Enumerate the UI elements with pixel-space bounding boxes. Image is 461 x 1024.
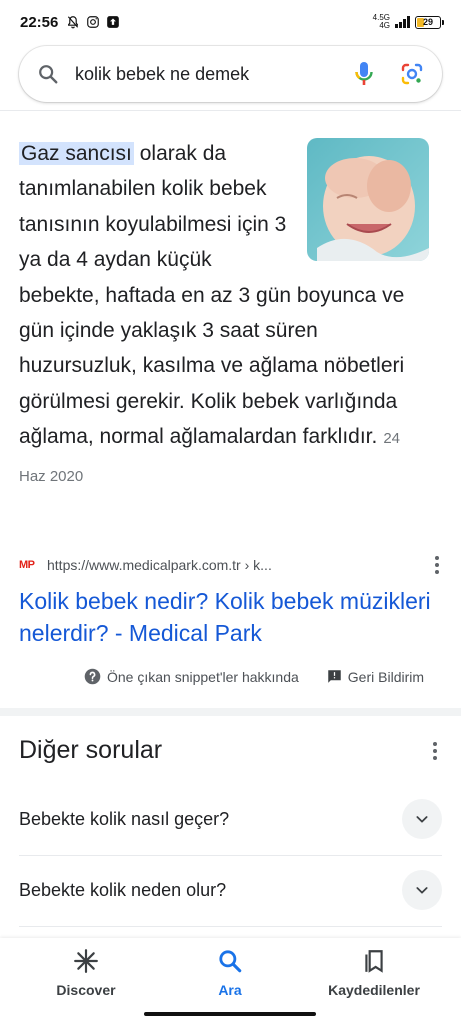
mic-icon[interactable] [354, 61, 374, 87]
chevron-down-icon[interactable] [402, 870, 442, 910]
instagram-icon [87, 16, 100, 28]
home-indicator[interactable] [144, 1012, 316, 1016]
section-separator [0, 708, 461, 716]
network-indicator: 4.5G 4G [373, 14, 390, 30]
chevron-down-icon[interactable] [402, 799, 442, 839]
nav-saved-label: Kaydedilenler [328, 982, 420, 998]
other-questions-more-icon[interactable] [430, 742, 440, 760]
status-system-icons: 4.5G 4G 29 [373, 14, 444, 30]
snippet-image-crying-baby[interactable] [307, 138, 429, 261]
help-icon [84, 668, 101, 685]
snippet-highlight: Gaz sancısı [19, 142, 134, 165]
battery-level: 29 [422, 17, 433, 27]
search-icon [39, 65, 58, 84]
search-input[interactable]: kolik bebek ne demek [75, 64, 354, 85]
feedback-label: Geri Bildirim [347, 668, 425, 685]
about-snippets-link[interactable]: Öne çıkan snippet'ler hakkında [84, 668, 299, 685]
upload-app-icon [107, 16, 120, 28]
nav-discover-label: Discover [56, 982, 116, 998]
question-divider [19, 926, 442, 927]
nav-discover[interactable]: Discover [26, 948, 146, 998]
signal-icon [395, 16, 410, 28]
search-icon [219, 950, 242, 973]
question-item[interactable]: Bebekte kolik nasıl geçer? [19, 784, 442, 854]
nav-search-label: Ara [218, 982, 242, 998]
snippet-footer: Öne çıkan snippet'ler hakkında Geri Bild… [84, 668, 424, 685]
featured-snippet: Gaz sancısı olarak da tanımlanabilen kol… [19, 136, 429, 494]
question-item[interactable]: Bebekte kolik neden olur? [19, 855, 442, 925]
status-notification-icons [66, 15, 120, 29]
source-row[interactable]: MP https://www.medicalpark.com.tr › k... [19, 556, 442, 574]
about-snippets-label: Öne çıkan snippet'ler hakkında [107, 668, 299, 685]
lens-icon[interactable] [400, 62, 424, 86]
question-label: Bebekte kolik neden olur? [19, 879, 227, 900]
header-divider [0, 110, 461, 111]
bookmarks-icon [365, 950, 383, 973]
feedback-icon [328, 670, 341, 683]
other-questions-title: Diğer sorular [19, 736, 163, 764]
search-bar[interactable]: kolik bebek ne demek [19, 46, 442, 102]
nav-search[interactable]: Ara [170, 948, 290, 998]
status-time: 22:56 [20, 13, 59, 31]
battery-icon: 29 [415, 15, 444, 29]
asterisk-icon [74, 949, 98, 973]
question-label: Bebekte kolik nasıl geçer? [19, 808, 230, 829]
network-subtype: 4G [379, 21, 390, 30]
result-title-link[interactable]: Kolik bebek nedir? Kolik bebek müzikleri… [19, 585, 439, 649]
status-bar: 22:56 4.5G 4G 29 [0, 0, 461, 44]
source-logo: MP [19, 559, 35, 571]
more-options-icon[interactable] [432, 556, 442, 574]
nav-saved[interactable]: Kaydedilenler [314, 948, 434, 998]
source-url[interactable]: https://www.medicalpark.com.tr › k... [47, 557, 272, 573]
bell-off-icon [68, 16, 79, 29]
feedback-link[interactable]: Geri Bildirim [327, 669, 424, 685]
